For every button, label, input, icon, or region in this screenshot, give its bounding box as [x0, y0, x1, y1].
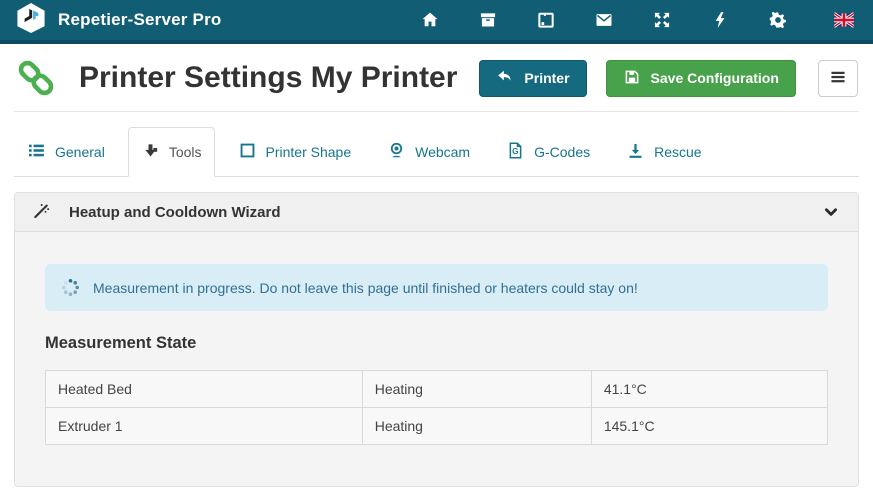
save-floppy-icon — [623, 68, 641, 89]
tab-tools-label: Tools — [169, 144, 202, 160]
webcam-icon — [387, 141, 406, 163]
tab-webcam-label: Webcam — [415, 144, 470, 160]
page-title: Printer Settings My Printer — [79, 61, 457, 95]
menu-button[interactable] — [818, 60, 858, 97]
tab-general[interactable]: General — [14, 127, 118, 177]
top-navbar: Repetier-Server Pro — [0, 0, 873, 44]
expand-arrows-icon[interactable] — [651, 9, 673, 31]
chevron-down-icon — [821, 202, 841, 222]
tab-rescue[interactable]: Rescue — [613, 127, 714, 177]
save-configuration-button[interactable]: Save Configuration — [606, 60, 796, 97]
rescue-plunger-icon — [626, 141, 645, 163]
lightning-bolt-icon[interactable] — [709, 9, 731, 31]
save-configuration-label: Save Configuration — [651, 70, 779, 86]
archive-box-icon[interactable] — [477, 9, 499, 31]
tab-printer-shape[interactable]: Printer Shape — [225, 127, 365, 177]
svg-text:G: G — [512, 146, 518, 156]
printer-button-label: Printer — [524, 70, 569, 86]
printer-button[interactable]: Printer — [479, 60, 586, 97]
repetier-logo-icon — [16, 2, 46, 39]
panel-title: Heatup and Cooldown Wizard — [69, 204, 281, 221]
tab-rescue-label: Rescue — [654, 144, 701, 160]
measurement-table: Heated Bed Heating 41.1°C Extruder 1 Hea… — [45, 370, 828, 445]
header-divider — [14, 111, 859, 112]
list-icon — [27, 141, 46, 163]
home-icon[interactable] — [419, 9, 441, 31]
tab-gcodes-label: G-Codes — [534, 144, 590, 160]
page-header: Printer Settings My Printer Printer Save… — [0, 44, 873, 109]
table-row-extruder-1: Extruder 1 Heating 145.1°C — [46, 408, 828, 445]
link-chain-icon — [14, 56, 58, 100]
temperature-cell: 41.1°C — [591, 371, 827, 408]
gcode-file-icon: G — [506, 141, 525, 163]
square-outline-icon — [238, 141, 257, 163]
settings-tabbar: General Tools Printer Shape Webcam G G-C… — [14, 127, 859, 177]
brand-link[interactable]: Repetier-Server Pro — [16, 2, 221, 39]
measurement-progress-alert: Measurement in progress. Do not leave th… — [45, 264, 828, 311]
tab-general-label: General — [55, 144, 105, 160]
state-cell: Heating — [362, 408, 591, 445]
measurement-state-heading: Measurement State — [45, 334, 828, 353]
app-window: Repetier-Server Pro — [0, 0, 873, 487]
brand-title: Repetier-Server Pro — [58, 10, 221, 30]
navbar-icon-menu — [419, 9, 855, 31]
panel-body: Measurement in progress. Do not leave th… — [15, 232, 858, 445]
mail-icon[interactable] — [593, 9, 615, 31]
device-cell: Heated Bed — [46, 371, 363, 408]
printer-frame-icon[interactable] — [535, 9, 557, 31]
settings-gear-icon[interactable] — [767, 9, 789, 31]
alert-message: Measurement in progress. Do not leave th… — [93, 280, 638, 296]
heatup-wizard-panel: Heatup and Cooldown Wizard — [14, 192, 859, 487]
magic-wand-icon — [32, 202, 52, 222]
language-flag-uk-icon[interactable] — [833, 9, 855, 31]
tool-extruder-icon — [141, 141, 160, 163]
spinner-icon — [61, 278, 80, 297]
reply-arrow-icon — [496, 68, 514, 89]
device-cell: Extruder 1 — [46, 408, 363, 445]
hamburger-icon — [829, 68, 847, 89]
temperature-cell: 145.1°C — [591, 408, 827, 445]
tab-printer-shape-label: Printer Shape — [266, 144, 352, 160]
tab-tools[interactable]: Tools — [128, 127, 215, 177]
tab-gcodes[interactable]: G G-Codes — [493, 127, 603, 177]
tab-webcam[interactable]: Webcam — [374, 127, 483, 177]
table-row-heated-bed: Heated Bed Heating 41.1°C — [46, 371, 828, 408]
heatup-wizard-panel-header[interactable]: Heatup and Cooldown Wizard — [15, 193, 858, 232]
state-cell: Heating — [362, 371, 591, 408]
